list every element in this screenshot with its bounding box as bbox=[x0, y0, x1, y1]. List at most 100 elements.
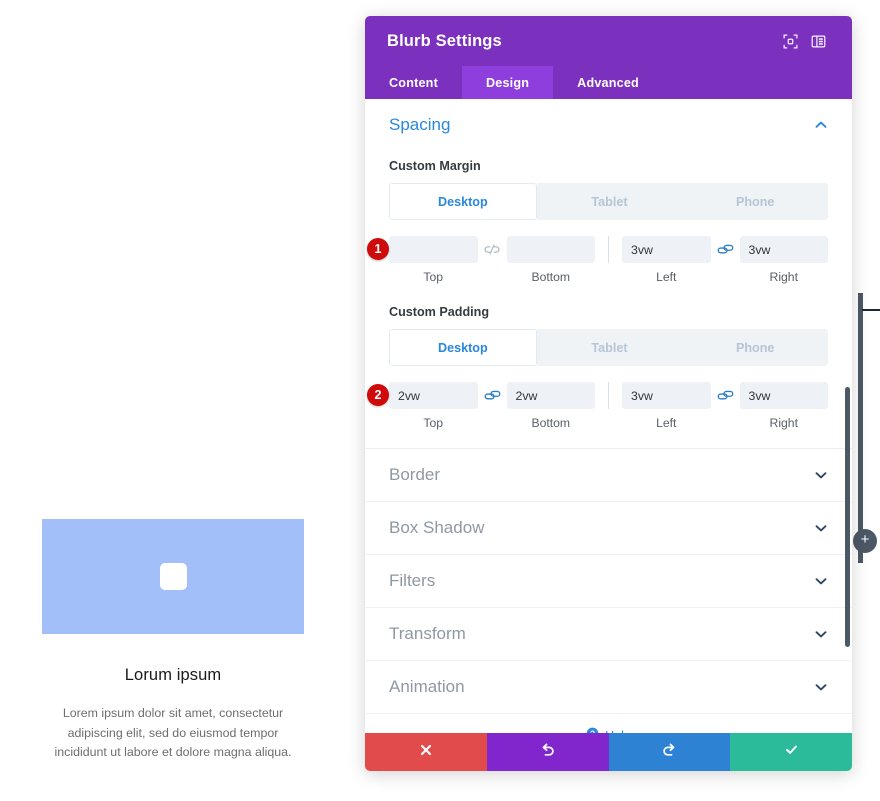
custom-padding-bottom-caption: Bottom bbox=[531, 416, 571, 430]
chevron-down-icon[interactable] bbox=[814, 627, 828, 641]
section-transform-title: Transform bbox=[389, 624, 466, 643]
checkmark-icon bbox=[784, 742, 799, 762]
section-animation-title: Animation bbox=[389, 677, 465, 696]
custom-padding-top-caption: Top bbox=[423, 416, 444, 430]
modal-body: Spacing Custom Margin Desktop Tablet Pho… bbox=[365, 99, 852, 733]
blurb-image-placeholder bbox=[42, 519, 304, 634]
custom-margin-bottom-input[interactable] bbox=[506, 236, 595, 263]
section-box-shadow-header[interactable]: Box Shadow bbox=[365, 502, 852, 555]
annotation-badge-2: 2 bbox=[367, 384, 389, 406]
custom-padding-phone-button[interactable]: Phone bbox=[682, 329, 828, 366]
chevron-down-icon[interactable] bbox=[814, 468, 828, 482]
custom-margin-right-input[interactable] bbox=[739, 236, 828, 263]
blurb-body-text: Lorem ipsum dolor sit amet, consectetur … bbox=[54, 706, 292, 760]
modal-footer bbox=[365, 733, 852, 771]
section-spacing: Spacing Custom Margin Desktop Tablet Pho… bbox=[365, 99, 852, 449]
help-link[interactable]: ? Help bbox=[365, 714, 852, 733]
modal-scrollbar[interactable] bbox=[845, 387, 850, 647]
tab-design[interactable]: Design bbox=[461, 66, 554, 99]
redo-arrow-icon bbox=[661, 742, 677, 763]
add-module-button[interactable]: + bbox=[853, 529, 877, 553]
custom-margin-row: 1 Top Bottom 3vw Left 3vw Right bbox=[367, 236, 828, 284]
undo-button[interactable] bbox=[486, 733, 609, 771]
help-circle-icon: ? bbox=[586, 727, 599, 733]
annotation-badge-1: 1 bbox=[367, 238, 389, 260]
redo-button[interactable] bbox=[608, 733, 731, 771]
spacing-divider bbox=[608, 382, 609, 409]
focus-module-icon[interactable] bbox=[776, 27, 804, 55]
custom-margin-right-cell: Right bbox=[739, 236, 828, 284]
spacing-section-content: Custom Margin Desktop Tablet Phone 1 Top bbox=[365, 159, 852, 449]
chain-linked-icon[interactable] bbox=[478, 382, 507, 409]
blurb-title: Lorum ipsum bbox=[124, 666, 222, 684]
custom-padding-bottom-cell: Bottom bbox=[506, 382, 595, 430]
custom-padding-right-caption: Right bbox=[769, 416, 798, 430]
chain-linked-icon[interactable] bbox=[711, 382, 740, 409]
cancel-button[interactable] bbox=[365, 733, 487, 771]
spacing-divider bbox=[608, 236, 609, 263]
section-filters-title: Filters bbox=[389, 571, 436, 590]
chevron-down-icon[interactable] bbox=[814, 574, 828, 588]
custom-margin-responsive-group: Desktop Tablet Phone bbox=[389, 183, 828, 220]
tab-advanced[interactable]: Advanced bbox=[553, 66, 663, 99]
chevron-down-icon[interactable] bbox=[814, 521, 828, 535]
custom-margin-top-bottom-group: Top Bottom bbox=[389, 236, 595, 284]
tab-content[interactable]: Content bbox=[365, 66, 462, 99]
custom-margin-bottom-cell: Bottom bbox=[506, 236, 595, 284]
save-button[interactable] bbox=[730, 733, 852, 771]
custom-padding-top-bottom-group: Top Bottom bbox=[389, 382, 595, 430]
custom-margin-left-cell: Left bbox=[622, 236, 711, 284]
chevron-up-icon[interactable] bbox=[814, 118, 828, 132]
custom-padding-left-caption: Left bbox=[656, 416, 677, 430]
custom-margin-label: Custom Margin bbox=[389, 159, 481, 173]
custom-padding-top-cell: Top bbox=[389, 382, 478, 430]
canvas-edge-rail bbox=[858, 293, 863, 563]
chevron-down-icon[interactable] bbox=[814, 680, 828, 694]
modal-header: Blurb Settings bbox=[365, 16, 852, 66]
custom-padding-left-cell: Left bbox=[622, 382, 711, 430]
canvas-edge-rule bbox=[862, 309, 880, 311]
custom-padding-responsive-group: Desktop Tablet Phone bbox=[389, 329, 828, 366]
modal-title: Blurb Settings bbox=[387, 31, 502, 50]
custom-margin-right-caption: Right bbox=[769, 270, 798, 284]
custom-padding-left-input[interactable] bbox=[622, 382, 711, 409]
modal-tab-bar: Content Design Advanced bbox=[365, 66, 852, 99]
custom-padding-desktop-button[interactable]: Desktop bbox=[389, 329, 537, 366]
custom-margin-phone-button[interactable]: Phone bbox=[682, 183, 828, 220]
section-transform-header[interactable]: Transform bbox=[365, 608, 852, 661]
svg-text:?: ? bbox=[590, 730, 595, 733]
custom-padding-right-input[interactable] bbox=[739, 382, 828, 409]
chain-unlinked-icon[interactable] bbox=[478, 236, 507, 263]
section-border-header[interactable]: Border bbox=[365, 449, 852, 502]
builder-canvas: Lorum ipsum Lorem ipsum dolor sit amet, … bbox=[0, 0, 346, 801]
close-x-icon bbox=[419, 743, 433, 762]
custom-padding-tablet-button[interactable]: Tablet bbox=[536, 329, 683, 366]
custom-padding-left-right-group: Left Right bbox=[622, 382, 828, 430]
section-box-shadow-title: Box Shadow bbox=[389, 518, 485, 537]
section-animation-header[interactable]: Animation bbox=[365, 661, 852, 714]
custom-padding-top-input[interactable] bbox=[389, 382, 478, 409]
custom-margin-left-caption: Left bbox=[656, 270, 677, 284]
custom-padding-right-cell: Right bbox=[739, 382, 828, 430]
custom-margin-left-right-group: Left Right bbox=[622, 236, 828, 284]
custom-margin-tablet-button[interactable]: Tablet bbox=[536, 183, 683, 220]
custom-margin-top-input[interactable] bbox=[389, 236, 478, 263]
custom-margin-top-caption: Top bbox=[423, 270, 444, 284]
undo-arrow-icon bbox=[540, 742, 556, 763]
custom-padding-bottom-input[interactable] bbox=[506, 382, 595, 409]
help-label: Help bbox=[605, 729, 631, 733]
section-border-title: Border bbox=[389, 465, 441, 484]
custom-padding-label: Custom Padding bbox=[389, 305, 490, 319]
chain-linked-icon[interactable] bbox=[711, 236, 740, 263]
blurb-module-preview[interactable]: Lorum ipsum Lorem ipsum dolor sit amet, … bbox=[42, 519, 304, 763]
section-spacing-header[interactable]: Spacing bbox=[365, 99, 852, 151]
square-placeholder-icon bbox=[159, 563, 187, 590]
custom-margin-desktop-button[interactable]: Desktop bbox=[389, 183, 537, 220]
custom-padding-row: 2 Top bbox=[367, 382, 828, 430]
blurb-settings-modal: Blurb Settings Content Design Advanced S… bbox=[365, 16, 852, 771]
section-spacing-title: Spacing bbox=[389, 115, 451, 134]
panel-layout-icon[interactable] bbox=[804, 27, 832, 55]
custom-margin-bottom-caption: Bottom bbox=[531, 270, 571, 284]
section-filters-header[interactable]: Filters bbox=[365, 555, 852, 608]
custom-margin-left-input[interactable] bbox=[622, 236, 711, 263]
